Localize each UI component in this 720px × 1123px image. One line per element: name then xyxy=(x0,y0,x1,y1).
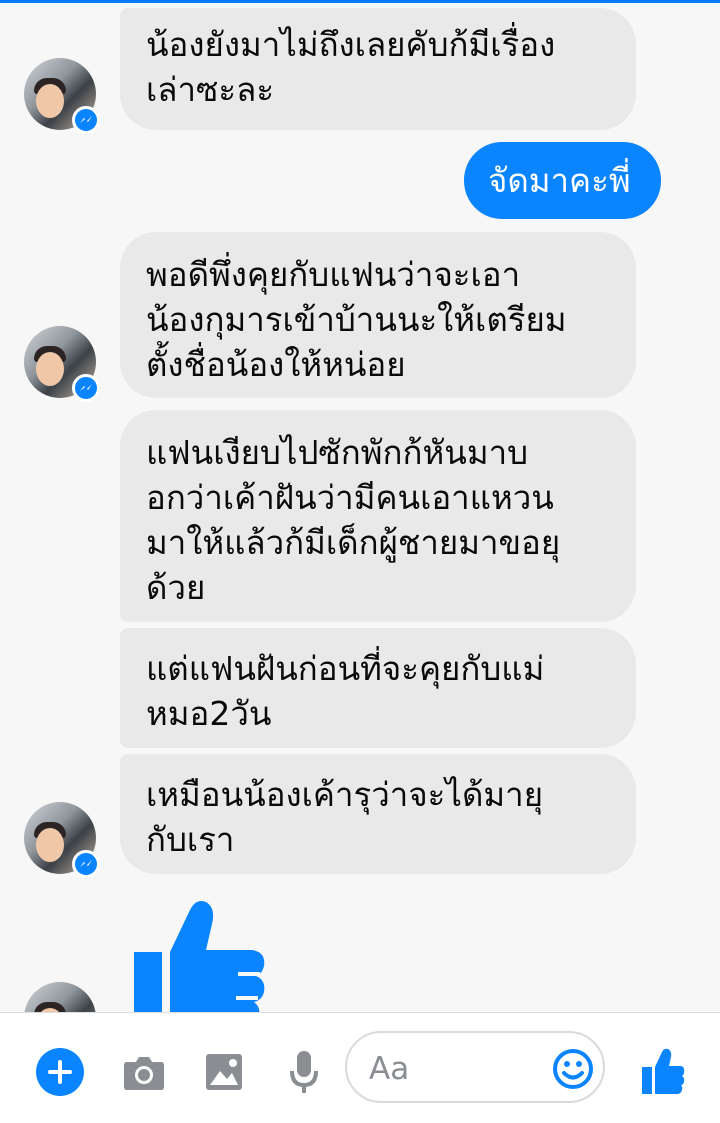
message-text: น้องยังมาไม่ถึงเลยคับก้มีเรื่อง เล่าซะละ xyxy=(146,25,556,109)
contact-avatar[interactable] xyxy=(24,802,100,878)
like-icon[interactable] xyxy=(638,1043,688,1099)
messenger-badge-icon xyxy=(72,850,100,878)
contact-avatar[interactable] xyxy=(24,326,100,402)
message-list[interactable]: น้องยังมาไม่ถึงเลยคับก้มีเรื่อง เล่าซะละ… xyxy=(0,0,720,1012)
message-bubble-incoming[interactable]: แฟนเงียบไปซักพักก้หันมาบ อกว่าเค้าฝันว่า… xyxy=(120,410,636,622)
message-text: พอดีพึ่งคุยกับแฟนว่าจะเอา น้องกุมารเข้าบ… xyxy=(146,255,567,384)
microphone-icon[interactable] xyxy=(280,1046,328,1098)
like-sticker-icon[interactable] xyxy=(128,896,270,1012)
message-input-field[interactable] xyxy=(345,1031,605,1103)
message-bubble-incoming[interactable]: พอดีพึ่งคุยกับแฟนว่าจะเอา น้องกุมารเข้าบ… xyxy=(120,232,636,398)
contact-avatar[interactable] xyxy=(24,982,96,1012)
contact-avatar[interactable] xyxy=(24,58,100,134)
avatar-face xyxy=(36,828,64,862)
message-bubble-incoming[interactable]: แต่แฟนฝันก่อนที่จะคุยกับแม่ หมอ2วัน xyxy=(120,628,636,748)
image-icon[interactable] xyxy=(200,1048,248,1096)
message-text: แต่แฟนฝันก่อนที่จะคุยกับแม่ หมอ2วัน xyxy=(146,649,545,733)
plus-icon[interactable] xyxy=(36,1048,84,1096)
messenger-badge-icon xyxy=(72,106,100,134)
message-bubble-incoming[interactable]: น้องยังมาไม่ถึงเลยคับก้มีเรื่อง เล่าซะละ xyxy=(120,8,636,130)
message-text: จัดมาคะพี่ xyxy=(488,161,631,200)
avatar-face xyxy=(36,352,64,386)
message-bubble-outgoing[interactable]: จัดมาคะพี่ xyxy=(464,142,661,219)
avatar-face xyxy=(36,84,64,118)
messenger-badge-icon xyxy=(72,374,100,402)
emoji-icon[interactable] xyxy=(551,1047,595,1091)
composer-bar xyxy=(0,1012,720,1123)
message-bubble-incoming[interactable]: เหมือนน้องเค้ารุว่าจะได้มายุ กับเรา xyxy=(120,754,636,874)
camera-icon[interactable] xyxy=(120,1048,168,1096)
message-text: เหมือนน้องเค้ารุว่าจะได้มายุ กับเรา xyxy=(146,775,544,859)
message-input[interactable] xyxy=(367,1045,551,1093)
message-text: แฟนเงียบไปซักพักก้หันมาบ อกว่าเค้าฝันว่า… xyxy=(146,433,561,607)
